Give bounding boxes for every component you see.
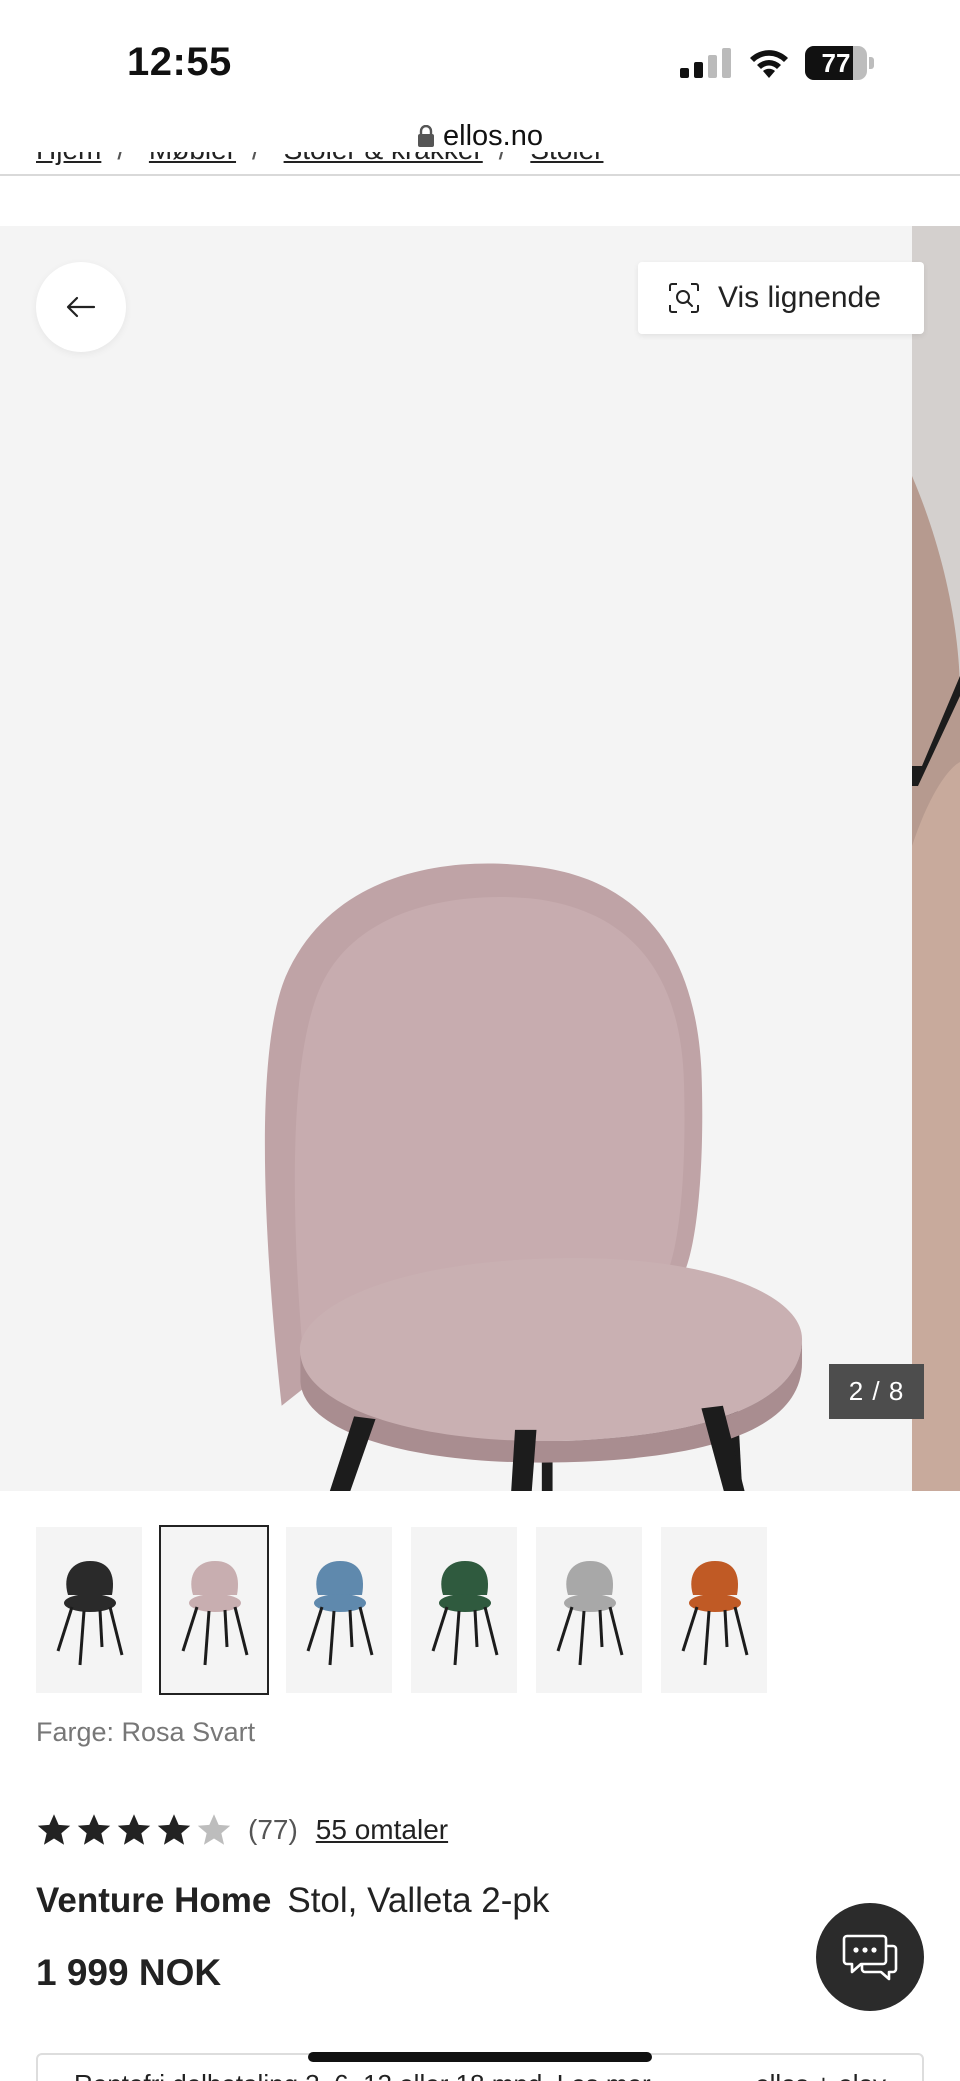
chat-button[interactable]	[816, 1903, 924, 2011]
product-image-gallery[interactable]	[0, 226, 912, 1491]
breadcrumb: Hjem/ Møbler/ Stoler & krakker/ Stoler	[36, 152, 936, 182]
color-swatch-rosa[interactable]	[159, 1525, 269, 1695]
color-swatch-blue[interactable]	[286, 1527, 392, 1693]
color-swatch-black[interactable]	[36, 1527, 142, 1693]
product-title: Venture Home Stol, Valleta 2-pk	[36, 1881, 549, 1921]
selected-color-label: Farge: Rosa Svart	[36, 1717, 256, 1747]
color-swatch-green[interactable]	[411, 1527, 517, 1693]
product-image	[264, 863, 803, 1491]
image-counter: 2 / 8	[829, 1364, 924, 1419]
arrow-left-icon	[66, 296, 96, 318]
product-brand: Venture Home	[36, 1881, 272, 1920]
battery-percent: 77	[821, 48, 851, 78]
reviews-link[interactable]: 55 omtaler	[316, 1814, 448, 1846]
next-image-peek[interactable]	[912, 226, 960, 1491]
home-indicator	[308, 2052, 652, 2062]
payment-text: Rentefri delbetaling 3, 6, 12 eller 18 m…	[74, 2069, 651, 2081]
cellular-signal-icon	[680, 48, 732, 78]
visual-search-icon	[669, 283, 699, 313]
breadcrumb-home[interactable]: Hjem	[36, 152, 101, 165]
chair-thumbnail	[56, 1561, 124, 1666]
product-name: Stol, Valleta 2-pk	[287, 1881, 550, 1920]
product-price: 1 999 NOK	[36, 1952, 222, 1993]
color-swatch-orange[interactable]	[661, 1527, 767, 1693]
url-text: ellos.no	[443, 120, 543, 152]
chat-icon	[842, 1934, 898, 1981]
star-filled-icon	[37, 1814, 71, 1845]
lock-icon	[418, 125, 435, 147]
star-empty-icon	[197, 1814, 231, 1845]
chair-thumbnail	[556, 1561, 624, 1666]
rating-stars	[36, 1812, 236, 1848]
breadcrumb-stoler-krakker[interactable]: Stoler & krakker	[284, 152, 483, 165]
rating-count: (77)	[248, 1814, 298, 1845]
status-bar: 12:55 77	[0, 0, 960, 120]
product-rating[interactable]: (77) 55 omtaler	[36, 1810, 448, 1850]
show-similar-button[interactable]: Vis lignende	[638, 262, 924, 334]
chair-thumbnail	[681, 1561, 749, 1666]
chair-thumbnail	[431, 1561, 499, 1666]
payment-brand-logo: ellos + elov	[755, 2069, 886, 2081]
back-button[interactable]	[36, 262, 126, 352]
star-filled-icon	[77, 1814, 111, 1845]
color-swatch-grey[interactable]	[536, 1527, 642, 1693]
chair-thumbnail	[306, 1561, 374, 1666]
color-swatches	[36, 1525, 786, 1695]
show-similar-label: Vis lignende	[718, 281, 881, 314]
status-time: 12:55	[127, 40, 232, 84]
chair-thumbnail	[181, 1561, 249, 1666]
breadcrumb-stoler[interactable]: Stoler	[530, 152, 603, 165]
wifi-icon	[750, 50, 788, 78]
battery-icon: 77	[805, 46, 874, 80]
star-filled-icon	[117, 1814, 151, 1845]
breadcrumb-mobler[interactable]: Møbler	[149, 152, 236, 165]
star-filled-icon	[157, 1814, 191, 1845]
